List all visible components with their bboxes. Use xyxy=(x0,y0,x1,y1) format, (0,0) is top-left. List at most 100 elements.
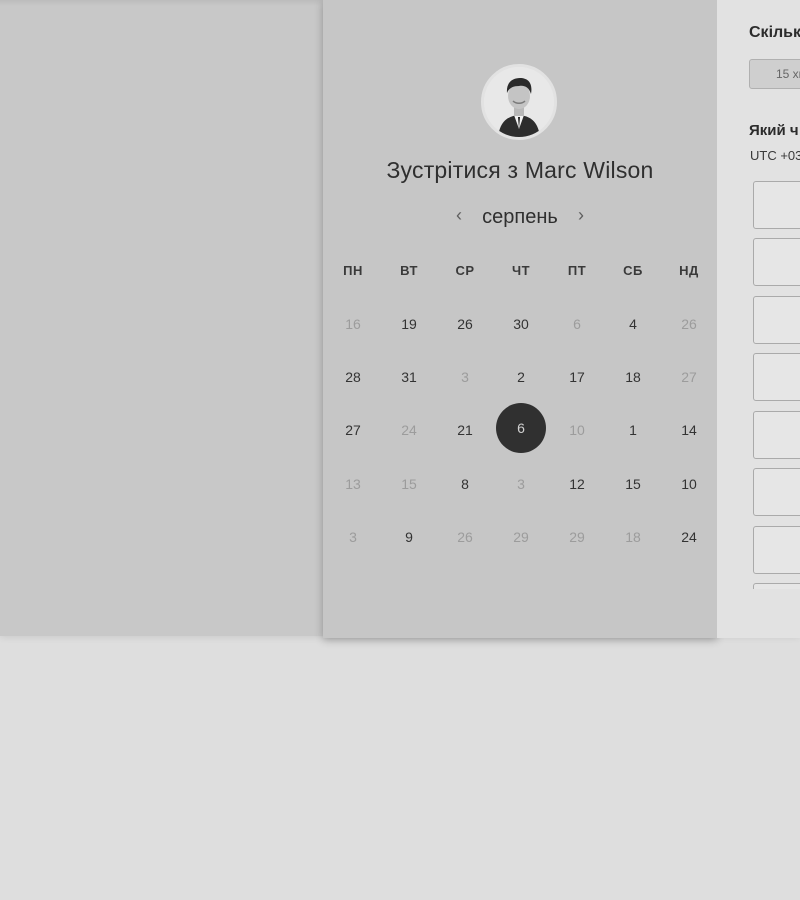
month-label: серпень xyxy=(482,206,558,228)
day-cell[interactable]: 30 xyxy=(493,297,549,350)
day-cell[interactable]: 21 xyxy=(437,404,493,457)
time-slot[interactable] xyxy=(753,238,800,286)
day-number: 12 xyxy=(569,475,585,492)
day-cell[interactable]: 15 xyxy=(605,457,661,510)
day-number: 6 xyxy=(573,315,581,332)
day-cell: 18 xyxy=(605,510,661,563)
day-cell[interactable]: 17 xyxy=(549,350,605,403)
day-cell[interactable]: 12 xyxy=(549,457,605,510)
day-number: 24 xyxy=(401,422,417,439)
day-number: 26 xyxy=(681,315,697,332)
time-slot[interactable] xyxy=(753,353,800,401)
day-number: 6 xyxy=(496,403,546,454)
day-number: 26 xyxy=(457,315,473,332)
day-cell-selected[interactable]: 6 xyxy=(493,403,549,457)
day-cell[interactable]: 19 xyxy=(381,297,437,350)
duration-label: Скільк xyxy=(749,24,800,41)
meeting-title-prefix: Зустрітися з xyxy=(386,157,519,183)
day-cell[interactable]: 10 xyxy=(661,457,717,510)
day-cell[interactable]: 27 xyxy=(325,404,381,457)
time-slot[interactable] xyxy=(753,583,800,589)
day-cell: 16 xyxy=(325,297,381,350)
day-number: 26 xyxy=(457,528,473,545)
day-cell[interactable]: 2 xyxy=(493,350,549,403)
day-cell: 3 xyxy=(437,350,493,403)
day-cell: 26 xyxy=(661,297,717,350)
weekday-label: ПТ xyxy=(567,263,587,278)
day-number: 15 xyxy=(401,475,417,492)
time-selection-panel: Скільк 15 хв Який ч UTC +03 xyxy=(717,0,800,638)
day-cell: 24 xyxy=(381,404,437,457)
day-cell: 3 xyxy=(325,510,381,563)
calendar-grid: 16 19 26 30 6 4 26 28 31 3 2 17 18 27 27 24 21 6 10 1 14 13 15… xyxy=(325,297,717,563)
day-cell: 29 xyxy=(549,510,605,563)
day-cell: 29 xyxy=(493,510,549,563)
timezone-label[interactable]: UTC +03 xyxy=(750,148,800,163)
weekday-label: ВТ xyxy=(400,263,418,278)
weekday-label: НД xyxy=(679,263,699,278)
day-number: 8 xyxy=(461,475,469,492)
day-number: 31 xyxy=(401,368,417,385)
day-cell[interactable]: 18 xyxy=(605,350,661,403)
time-slot[interactable] xyxy=(753,411,800,459)
day-cell[interactable]: 24 xyxy=(661,510,717,563)
day-number: 30 xyxy=(513,315,529,332)
day-cell[interactable]: 8 xyxy=(437,457,493,510)
day-number: 19 xyxy=(401,315,417,332)
day-cell[interactable]: 31 xyxy=(381,350,437,403)
day-number: 14 xyxy=(681,422,697,439)
day-number: 21 xyxy=(457,422,473,439)
time-slot-list xyxy=(717,176,800,589)
day-number: 3 xyxy=(517,475,525,492)
weekday-label: СБ xyxy=(623,263,643,278)
duration-select[interactable]: 15 хв xyxy=(749,59,800,89)
day-number: 3 xyxy=(349,528,357,545)
day-number: 2 xyxy=(517,368,525,385)
day-cell[interactable]: 14 xyxy=(661,404,717,457)
day-cell: 13 xyxy=(325,457,381,510)
day-cell: 26 xyxy=(437,510,493,563)
day-number: 24 xyxy=(681,528,697,545)
day-cell: 10 xyxy=(549,404,605,457)
day-number: 18 xyxy=(625,368,641,385)
day-number: 1 xyxy=(629,422,637,439)
overlay-edge xyxy=(0,0,324,6)
meeting-title: Зустрітися з Marc Wilson xyxy=(323,157,717,184)
host-avatar xyxy=(481,64,557,140)
month-navigator: ‹ серпень › xyxy=(323,203,717,233)
day-cell[interactable]: 9 xyxy=(381,510,437,563)
day-cell[interactable]: 1 xyxy=(605,404,661,457)
day-cell: 6 xyxy=(549,297,605,350)
time-slot[interactable] xyxy=(753,181,800,229)
day-number: 15 xyxy=(625,475,641,492)
weekday-header: ПН ВТ СР ЧТ ПТ СБ НД xyxy=(325,263,717,281)
day-number: 27 xyxy=(345,422,361,439)
day-cell: 15 xyxy=(381,457,437,510)
time-question-label: Який ч xyxy=(749,122,799,139)
day-number: 27 xyxy=(681,368,697,385)
time-slot[interactable] xyxy=(753,526,800,574)
weekday-label: ПН xyxy=(343,263,363,278)
day-number: 17 xyxy=(569,368,585,385)
day-number: 9 xyxy=(405,528,413,545)
chevron-left-icon[interactable]: ‹ xyxy=(451,205,467,226)
weekday-label: ЧТ xyxy=(511,263,531,278)
day-cell: 27 xyxy=(661,350,717,403)
time-slot[interactable] xyxy=(753,296,800,344)
day-number: 3 xyxy=(461,368,469,385)
day-number: 28 xyxy=(345,368,361,385)
day-cell[interactable]: 28 xyxy=(325,350,381,403)
day-cell: 3 xyxy=(493,457,549,510)
day-cell[interactable]: 4 xyxy=(605,297,661,350)
day-number: 13 xyxy=(345,475,361,492)
day-number: 18 xyxy=(625,528,641,545)
day-number: 10 xyxy=(569,422,585,439)
calendar-panel: Зустрітися з Marc Wilson ‹ серпень › ПН В… xyxy=(323,0,717,638)
day-cell[interactable]: 26 xyxy=(437,297,493,350)
weekday-label: СР xyxy=(455,263,475,278)
day-number: 4 xyxy=(629,315,637,332)
chevron-right-icon[interactable]: › xyxy=(573,205,589,226)
time-slot[interactable] xyxy=(753,468,800,516)
day-number: 29 xyxy=(569,528,585,545)
day-number: 16 xyxy=(345,315,361,332)
